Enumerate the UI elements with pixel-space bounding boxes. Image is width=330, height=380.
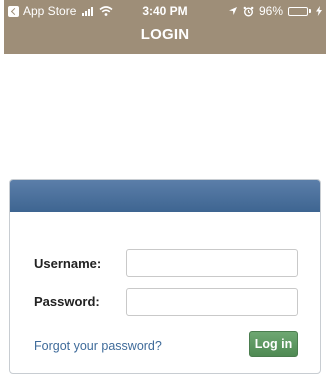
battery-icon: [288, 6, 311, 16]
location-icon: [228, 7, 237, 15]
battery-percent: 96%: [258, 4, 283, 18]
username-field[interactable]: [126, 249, 298, 277]
login-panel: Username: Password: Forgot your password…: [9, 179, 321, 374]
username-label: Username:: [34, 256, 102, 271]
password-label: Password:: [34, 294, 100, 309]
alarm-icon: [243, 6, 254, 16]
password-field[interactable]: [126, 288, 298, 316]
page-title: LOGIN: [140, 26, 190, 43]
charging-icon: [316, 6, 322, 16]
status-bar: App Store 3:40 PM 96%: [4, 0, 326, 22]
login-button[interactable]: Log in: [249, 331, 298, 357]
status-right: 96%: [228, 0, 322, 22]
login-screen: App Store 3:40 PM 96% LOGIN Username: Pa…: [0, 0, 330, 380]
top-bar: App Store 3:40 PM 96% LOGIN: [4, 0, 326, 54]
forgot-password-link[interactable]: Forgot your password?: [34, 339, 162, 353]
panel-header: [10, 180, 320, 212]
